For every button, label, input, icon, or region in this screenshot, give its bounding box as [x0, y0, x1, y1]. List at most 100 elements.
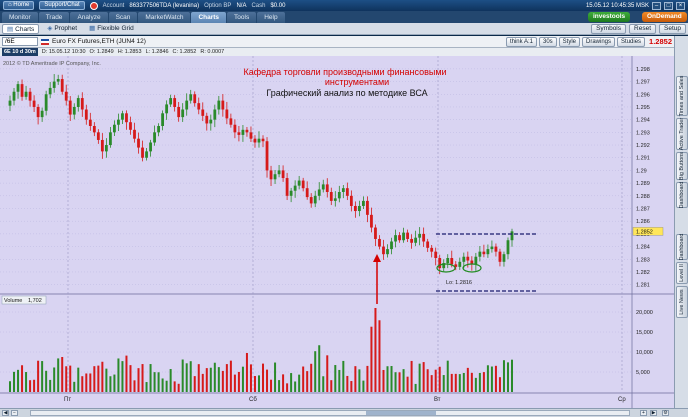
think-button[interactable]: think A:1 — [505, 36, 537, 47]
investools-button[interactable]: investools — [588, 12, 631, 22]
account-selector[interactable]: 863377506TDA (levanina) — [129, 3, 199, 9]
candle-body — [121, 113, 124, 120]
right-side-panel: Times and Sales Active Trader Big Button… — [674, 36, 688, 408]
tab-monitor[interactable]: Monitor — [2, 12, 38, 23]
candle-body — [265, 141, 269, 171]
vtab-level2[interactable]: Level II — [676, 262, 688, 284]
candle-body — [117, 119, 120, 125]
volume-bar — [470, 372, 473, 392]
timeframe-button[interactable]: 30s — [538, 36, 557, 47]
candle-body — [48, 87, 52, 95]
candle-body — [8, 100, 12, 106]
candle-body — [189, 94, 193, 101]
subtab-prophet-label: Prophet — [54, 24, 78, 32]
volume-bar — [101, 361, 104, 392]
scrollbar-thumb[interactable] — [366, 411, 436, 415]
candle-body — [394, 235, 397, 242]
scroll-left-icon[interactable]: ◀ — [2, 410, 9, 416]
support-chat-button[interactable]: Support/Chat — [39, 1, 85, 10]
close-icon[interactable]: × — [676, 1, 685, 10]
x-tick-label: Сб — [249, 397, 257, 403]
tab-tools[interactable]: Tools — [227, 12, 257, 23]
vtab-dashboard-2[interactable]: Dashboard — [676, 234, 688, 260]
minimize-icon[interactable]: – — [652, 1, 661, 10]
style-button[interactable]: Style — [558, 36, 581, 47]
home-button[interactable]: Home — [3, 1, 35, 10]
volume-bar — [462, 372, 465, 392]
candle-body — [329, 192, 333, 201]
tab-trade[interactable]: Trade — [38, 12, 70, 23]
vtab-active-trader[interactable]: Active Trader — [676, 118, 688, 150]
volume-bar — [438, 366, 441, 392]
setup-button[interactable]: Setup — [659, 23, 686, 34]
candle-body — [390, 241, 393, 250]
candle-body — [68, 100, 72, 115]
subtab-flexible-grid[interactable]: ▦ Flexible Grid — [85, 24, 138, 34]
candle-body — [221, 100, 225, 110]
ondemand-button[interactable]: OnDemand — [642, 12, 687, 22]
drawings-button[interactable]: Drawings — [582, 36, 616, 47]
candle-body — [133, 129, 136, 139]
candle-body — [24, 91, 28, 97]
vtab-big-buttons[interactable]: Big Buttons — [676, 152, 688, 180]
volume-bar — [145, 382, 148, 392]
volume-bar — [434, 369, 437, 392]
volume-bar — [77, 367, 80, 392]
studies-button[interactable]: Studies — [617, 36, 646, 47]
zoom-out-icon[interactable]: − — [11, 410, 18, 416]
settings-icon[interactable]: ⚙ — [662, 410, 669, 416]
candle-body — [249, 132, 253, 139]
volume-bar — [193, 376, 196, 392]
tab-scan[interactable]: Scan — [108, 12, 138, 23]
tab-help[interactable]: Help — [257, 12, 285, 23]
candle-body — [366, 200, 369, 215]
candle-body — [92, 126, 96, 133]
candle-body — [450, 258, 454, 265]
candle-body — [145, 151, 148, 158]
candle-body — [337, 192, 341, 199]
maximize-icon[interactable]: □ — [664, 1, 673, 10]
tab-marketwatch[interactable]: MarketWatch — [138, 12, 191, 23]
candle-body — [84, 109, 88, 120]
alert-icon[interactable] — [89, 1, 98, 10]
candle-body — [20, 84, 24, 97]
volume-bar — [270, 379, 273, 392]
symbol-input[interactable]: /6E — [2, 37, 38, 46]
bar-range: R: 0.0007 — [200, 49, 225, 55]
tab-charts[interactable]: Charts — [191, 12, 227, 23]
price-chart[interactable]: Пт Сб Вт Ср 1.298 1.297 1.296 1.295 1.294 1.293 1.… — [0, 56, 674, 408]
chart-area[interactable]: Пт Сб Вт Ср 1.298 1.297 1.296 1.295 1.294 1.293 1.… — [0, 56, 674, 408]
volume-bar — [290, 373, 293, 392]
price-tick-label: 1.297 — [636, 80, 650, 86]
chart-scrollbar[interactable] — [30, 410, 630, 416]
volume-bar — [490, 366, 493, 392]
candle-body — [277, 170, 281, 175]
candle-body — [185, 100, 189, 110]
scroll-right-icon[interactable]: ▶ — [650, 410, 657, 416]
reset-button[interactable]: Reset — [629, 23, 656, 34]
candle-body — [325, 184, 329, 192]
candle-body — [96, 132, 100, 140]
candle-body — [36, 106, 40, 118]
candle-body — [205, 115, 209, 124]
volume-bar — [173, 381, 176, 392]
x-tick-label: Вт — [434, 397, 441, 403]
subtab-prophet[interactable]: ◈ Prophet — [43, 24, 81, 34]
volume-bar — [378, 320, 381, 392]
volume-bar — [426, 369, 429, 392]
volume-bar — [105, 368, 108, 392]
subtab-charts[interactable]: ▤ Charts — [2, 23, 40, 34]
vtab-dashboard[interactable]: Dashboard — [676, 182, 688, 208]
tab-analyze[interactable]: Analyze — [70, 12, 108, 23]
volume-bar — [157, 372, 160, 392]
price-tick-label: 1.283 — [636, 257, 650, 263]
annotation-line-2: инструментами — [325, 77, 389, 87]
volume-bar — [478, 372, 481, 392]
price-tick-label: 1.286 — [636, 219, 650, 225]
vtab-live-news[interactable]: Live News — [676, 286, 688, 318]
candle-body — [321, 184, 325, 190]
vtab-times-sales[interactable]: Times and Sales — [676, 76, 688, 116]
zoom-in-icon[interactable]: + — [640, 410, 647, 416]
symbols-button[interactable]: Symbols — [591, 23, 627, 34]
candle-body — [225, 109, 229, 119]
